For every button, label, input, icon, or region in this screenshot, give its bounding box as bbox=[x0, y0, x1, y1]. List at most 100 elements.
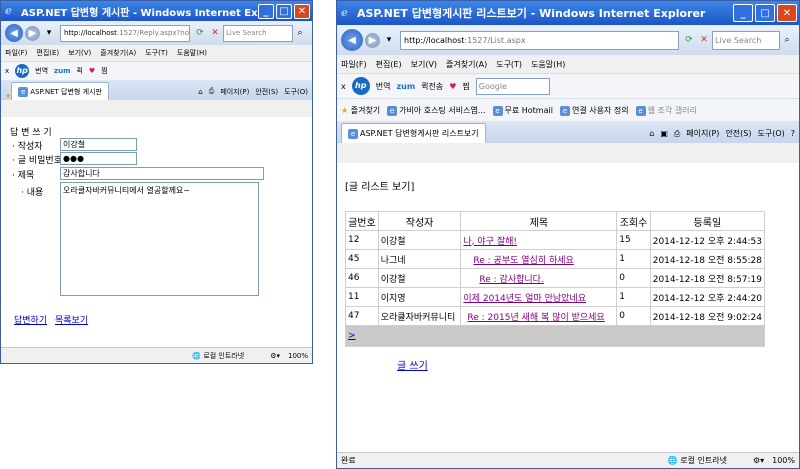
subject-input[interactable]: 감사합니다 bbox=[60, 167, 264, 180]
menu-view[interactable]: 보기(V) bbox=[411, 59, 437, 70]
dropdown-icon[interactable]: ▾ bbox=[42, 26, 56, 40]
feed-icon[interactable]: ▣ bbox=[660, 129, 668, 138]
tool-page[interactable]: 페이지(P) bbox=[220, 87, 249, 97]
menu-help[interactable]: 도움말(H) bbox=[177, 48, 207, 58]
menu-tools[interactable]: 도구(T) bbox=[496, 59, 522, 70]
tab-list[interactable]: e ASP.NET 답변형게시판 리스트보기 bbox=[341, 123, 486, 143]
google-search-input[interactable]: Google bbox=[475, 77, 550, 95]
minimize-button[interactable]: _ bbox=[733, 4, 753, 22]
menu-file[interactable]: 파일(F) bbox=[341, 59, 367, 70]
toolbar-close-icon[interactable]: x bbox=[5, 67, 9, 75]
favorites-star-icon: ★ bbox=[341, 105, 349, 115]
cell-title: Re : 2015년 새해 복 많이 받으세요 bbox=[460, 306, 618, 326]
heart-icon[interactable]: ♥ bbox=[449, 82, 456, 91]
heart-icon[interactable]: ♥ bbox=[89, 67, 95, 75]
menu-edit[interactable]: 편집(E) bbox=[36, 48, 59, 58]
cell-no: 47 bbox=[345, 306, 379, 326]
dropdown-icon[interactable]: ▾ bbox=[382, 33, 396, 47]
stop-icon[interactable]: ✕ bbox=[208, 26, 222, 40]
menu-view[interactable]: 보기(V) bbox=[68, 48, 91, 58]
back-button[interactable]: ◀ bbox=[341, 29, 363, 51]
minimize-button[interactable]: _ bbox=[258, 3, 274, 19]
menu-favorites[interactable]: 즐겨찾기(A) bbox=[100, 48, 136, 58]
forward-button[interactable]: ▶ bbox=[25, 25, 40, 41]
home-icon[interactable]: ⌂ bbox=[649, 129, 654, 138]
address-input[interactable]: http://localhost:1527/List.aspx bbox=[400, 30, 679, 50]
title-bar[interactable]: ℯ ASP.NET 답변형 게시판 - Windows Internet Exp… bbox=[1, 1, 312, 21]
forward-button[interactable]: ▶ bbox=[365, 32, 380, 48]
tool-safety[interactable]: 안전(S) bbox=[255, 87, 278, 97]
stop-icon[interactable]: ✕ bbox=[697, 33, 711, 47]
zone-indicator: 🌐 로컬 인트라넷 bbox=[667, 456, 727, 465]
address-input[interactable]: http://localhost:1527/Reply.aspx?no=46 bbox=[60, 24, 190, 42]
toolbar-quick[interactable]: 퀵 bbox=[76, 66, 82, 76]
security-icon[interactable]: ⚙▾ bbox=[270, 352, 280, 360]
reply-submit-link[interactable]: 답변하기 bbox=[14, 313, 47, 326]
search-icon[interactable]: ⌕ bbox=[293, 26, 307, 40]
search-input[interactable]: Live Search bbox=[223, 24, 293, 42]
hp-logo-icon[interactable]: hp bbox=[15, 64, 30, 78]
cell-views: 0 bbox=[616, 268, 651, 288]
next-page-link[interactable]: > bbox=[348, 331, 356, 341]
zoom-level[interactable]: 100% bbox=[288, 352, 308, 360]
content-textarea[interactable]: 오라클자바커뮤니티에서 열공할께요~ bbox=[60, 182, 259, 296]
password-input[interactable]: ●●● bbox=[60, 152, 137, 165]
search-icon[interactable]: ⌕ bbox=[780, 33, 794, 47]
menu-edit[interactable]: 편집(E) bbox=[376, 59, 402, 70]
fav-item-custom[interactable]: e 연결 사용자 정의 bbox=[559, 105, 629, 116]
toolbar-news[interactable]: 번역 bbox=[35, 66, 48, 76]
address-bar: ◀ ▶ ▾ http://localhost:1527/List.aspx ⟳ … bbox=[337, 25, 799, 55]
hp-logo-icon[interactable]: hp bbox=[351, 77, 370, 95]
post-link[interactable]: 나, 야구 잘해! bbox=[463, 237, 517, 247]
cell-author: 오라클자바커뮤니티 bbox=[377, 306, 462, 326]
menu-help[interactable]: 도움말(H) bbox=[531, 59, 565, 70]
post-link[interactable]: Re : 2015년 새해 복 많이 받으세요 bbox=[467, 313, 604, 323]
fav-item-gabia[interactable]: e 가비아 호스팅 서비스엽... bbox=[387, 105, 486, 116]
zoom-level[interactable]: 100% bbox=[772, 456, 795, 465]
fav-item-gallery[interactable]: e웹 조각 갤러리 bbox=[635, 105, 697, 116]
refresh-icon[interactable]: ⟳ bbox=[682, 33, 696, 47]
menu-favorites[interactable]: 즐겨찾기(A) bbox=[446, 59, 487, 70]
home-icon[interactable]: ⌂ bbox=[198, 88, 202, 96]
tool-tools[interactable]: 도구(O) bbox=[284, 87, 308, 97]
post-link[interactable]: 이제 2014년도 얼마 안남았네요 bbox=[463, 294, 586, 304]
tool-page[interactable]: 페이지(P) bbox=[686, 128, 719, 139]
toolbar-zum[interactable]: zum bbox=[54, 67, 70, 75]
toolbar-quick[interactable]: 퀵전송 bbox=[421, 81, 443, 92]
maximize-button[interactable]: □ bbox=[276, 3, 292, 19]
toolbar-news[interactable]: 번역 bbox=[376, 81, 391, 92]
favorites-button[interactable]: ★ 즐겨찾기 bbox=[341, 105, 380, 116]
refresh-icon[interactable]: ⟳ bbox=[193, 26, 207, 40]
menu-tools[interactable]: 도구(T) bbox=[145, 48, 168, 58]
tool-safety[interactable]: 안전(S) bbox=[725, 128, 751, 139]
close-button[interactable]: ✕ bbox=[777, 4, 797, 22]
tab-tools: ⌂ ⎙ 페이지(P) 안전(S) 도구(O) bbox=[192, 83, 312, 100]
cell-title: 나, 야구 잘해! bbox=[460, 230, 618, 250]
post-link[interactable]: Re : 공부도 열심히 하세요 bbox=[473, 256, 573, 266]
toolbar-heart[interactable]: 찜 bbox=[101, 66, 107, 76]
tool-tools[interactable]: 도구(O) bbox=[757, 128, 784, 139]
close-button[interactable]: ✕ bbox=[294, 3, 310, 19]
post-link[interactable]: Re : 감사합니다. bbox=[479, 275, 543, 285]
window-title: ASP.NET 답변형게시판 리스트보기 - Windows Internet … bbox=[357, 7, 706, 20]
search-input[interactable]: Live Search bbox=[712, 30, 780, 50]
maximize-button[interactable]: □ bbox=[755, 4, 775, 22]
toolbar-zum[interactable]: zum bbox=[396, 82, 415, 91]
help-icon[interactable]: ? bbox=[791, 129, 795, 138]
fav-item-hotmail[interactable]: e 무료 Hotmail bbox=[492, 105, 553, 116]
menu-file[interactable]: 파일(F) bbox=[5, 48, 27, 58]
author-input[interactable]: 이강철 bbox=[60, 138, 137, 151]
tab-reply[interactable]: e ASP.NET 답변형 게시판 bbox=[11, 82, 109, 100]
back-button[interactable]: ◀ bbox=[5, 24, 23, 42]
toolbar-close-icon[interactable]: x bbox=[341, 82, 346, 91]
back-to-list-link[interactable]: 목록보기 bbox=[55, 313, 88, 326]
write-post-link[interactable]: 글 쓰기 bbox=[397, 357, 428, 372]
security-icon[interactable]: ⚙▾ bbox=[753, 456, 764, 465]
ie-logo-icon: ℯ bbox=[341, 6, 348, 19]
tab-tools: ⌂ ▣ ⎙ 페이지(P) 안전(S) 도구(O) ? bbox=[643, 124, 799, 143]
toolbar-heart[interactable]: 찜 bbox=[462, 81, 469, 92]
title-bar[interactable]: ℯ ASP.NET 답변형게시판 리스트보기 - Windows Interne… bbox=[337, 1, 799, 25]
page-icon: e bbox=[492, 105, 503, 116]
print-icon[interactable]: ⎙ bbox=[209, 87, 215, 96]
print-icon[interactable]: ⎙ bbox=[674, 129, 680, 139]
